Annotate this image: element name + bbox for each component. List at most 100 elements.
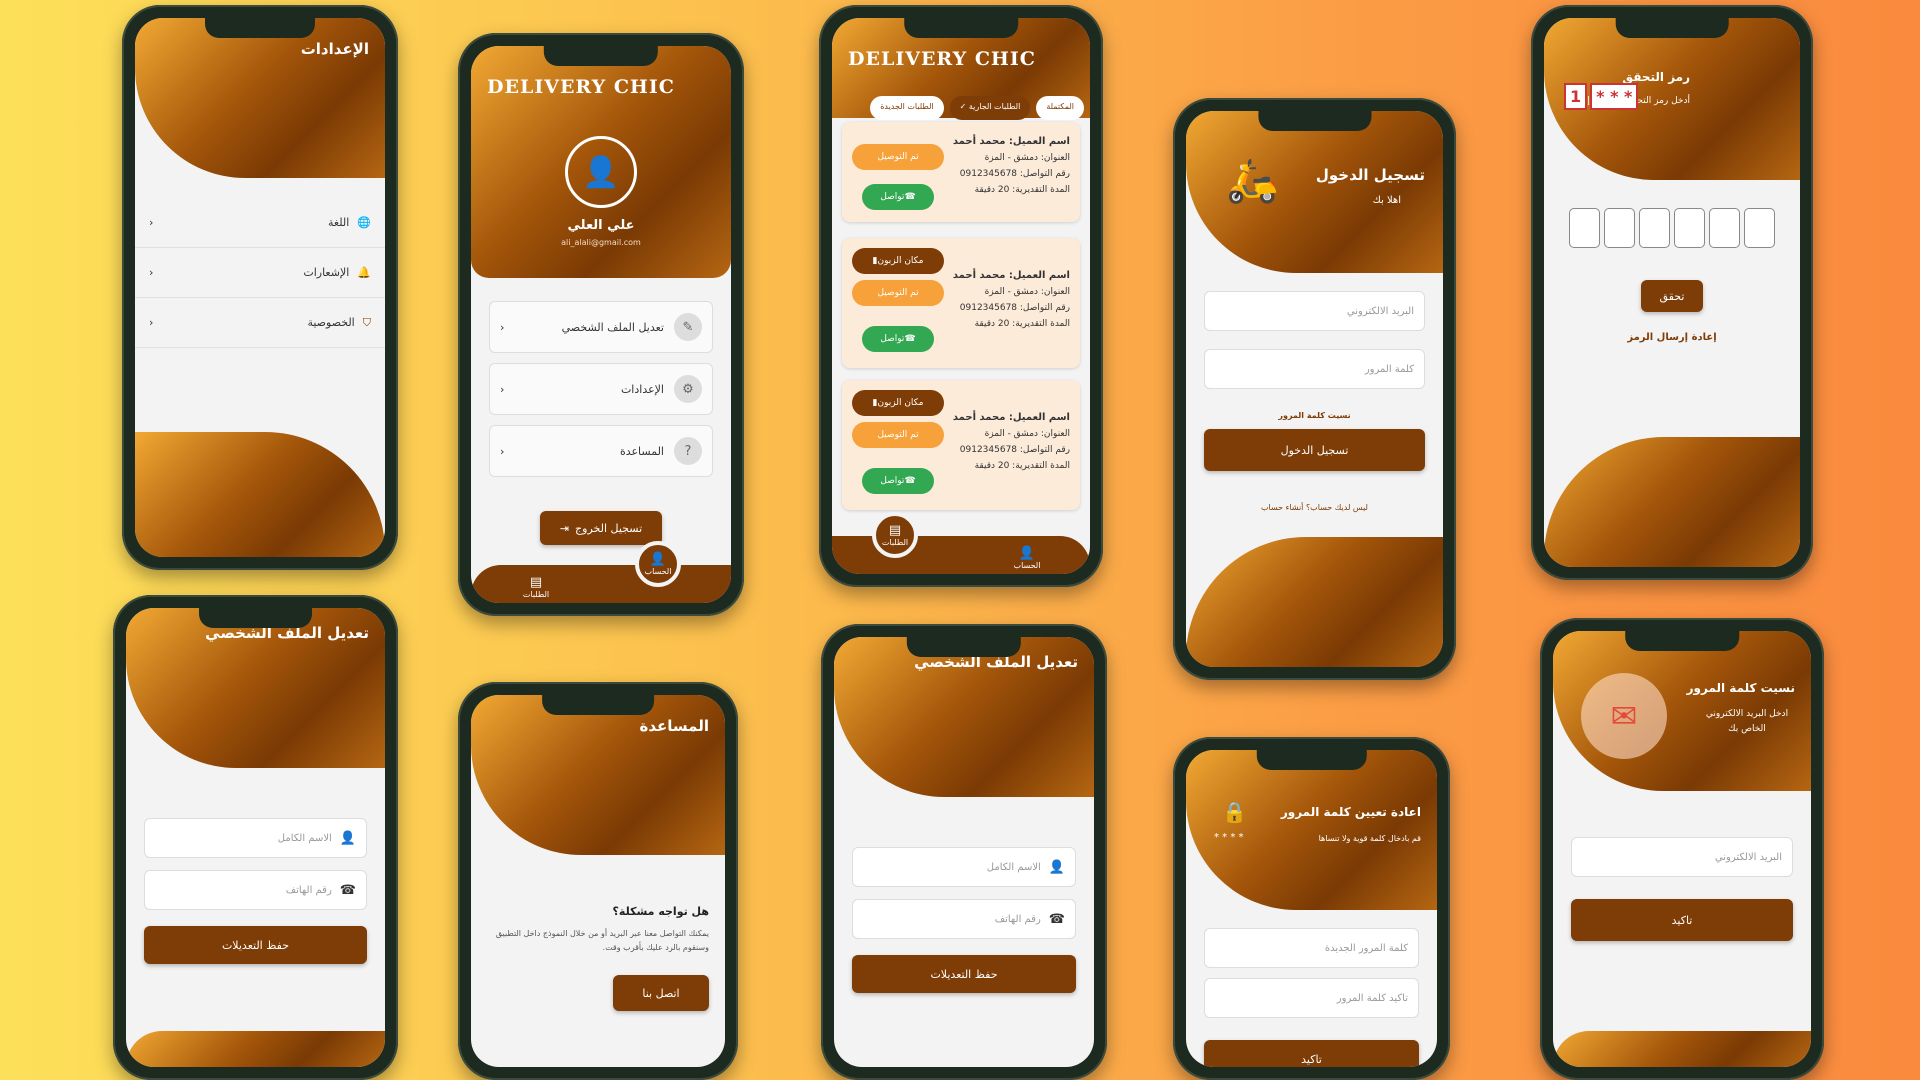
bottom-nav (471, 565, 731, 603)
phone-help: المساعدة هل تواجه مشكلة؟ يمكنك التواصل م… (458, 682, 738, 1080)
email-field[interactable]: البريد الالكتروني (1204, 291, 1425, 331)
full-name-field[interactable]: 👤 الاسم الكامل (144, 818, 367, 858)
contact-us-button[interactable]: اتصل بنا (613, 975, 709, 1011)
reset-password-screen: اعادة تعيين كلمة المرور قم بادخال كلمة ق… (1186, 750, 1437, 1067)
delivered-chip[interactable]: تم التوصيل (852, 422, 944, 448)
delivered-chip[interactable]: تم التوصيل (852, 144, 944, 170)
nav-label: الحساب (1013, 561, 1041, 570)
phone-orders: DELIVERY CHIC المكتملة الطلبات الجارية ✓… (819, 5, 1103, 587)
customer-phone: رقم التواصل: 0912345678 (959, 169, 1070, 179)
confirm-password-field[interactable]: تاكيد كلمة المرور (1204, 978, 1419, 1018)
signup-link[interactable]: ليس لديك حساب؟ أنشاء حساب (1186, 503, 1443, 512)
logout-button[interactable]: تسجيل الخروج ⇥ (540, 511, 662, 545)
chevron-left-icon: ‹ (500, 320, 505, 334)
call-button[interactable]: ☎ تواصل (862, 326, 934, 352)
customer-location-chip[interactable]: مكان الزبون ▮ (852, 248, 944, 274)
verify-button[interactable]: تحقق (1641, 280, 1703, 312)
user-icon: 👤 (339, 830, 356, 846)
forgot-password-screen: نسيت كلمة المرور ادخل البريد الالكتروني … (1553, 631, 1811, 1067)
nav-label: الطلبات (522, 590, 550, 599)
chevron-left-icon: ‹ (149, 216, 154, 229)
check-icon: ✓ (959, 102, 967, 111)
phone-notch (906, 637, 1022, 657)
tab-ongoing[interactable]: الطلبات الجارية ✓ (949, 96, 1031, 120)
order-card: اسم العميل: محمد أحمد العنوان: دمشق - ال… (842, 122, 1080, 222)
row-label: اللغة (328, 216, 350, 229)
phone-settings: الإعدادات 🌐 اللغة ‹ 🔔 الإشعارات ‹ ⛉ الخص… (122, 5, 398, 570)
login-button[interactable]: تسجيل الدخول (1204, 429, 1425, 471)
save-changes-button[interactable]: حفظ التعديلات (144, 926, 367, 964)
phone-notch (1625, 631, 1739, 651)
list-icon: ▤ (888, 523, 902, 538)
tab-label: الطلبات الجارية (968, 102, 1021, 111)
otp-digit-input[interactable] (1569, 208, 1600, 248)
order-info: اسم العميل: محمد أحمد العنوان: دمشق - ال… (953, 410, 1070, 474)
otp-digit-input[interactable] (1674, 208, 1705, 248)
forgot-password-link[interactable]: نسيت كلمة المرور (1186, 411, 1443, 420)
otp-mask-sample: * * * (1590, 83, 1639, 110)
menu-settings[interactable]: ⚙ الإعدادات ‹ (489, 363, 713, 415)
password-field[interactable]: كلمة المرور (1204, 349, 1425, 389)
tab-new[interactable]: الطلبات الجديدة (870, 96, 944, 120)
welcome-text: اهلا بك (1372, 195, 1401, 206)
page-title: المساعدة (639, 717, 710, 735)
call-button[interactable]: ☎ تواصل (862, 184, 934, 210)
reset-subtitle: قم بادخال كلمة قوية ولا تنساها (1318, 834, 1421, 843)
order-card: اسم العميل: محمد أحمد العنوان: دمشق - ال… (842, 238, 1080, 368)
nav-orders[interactable]: ▤ الطلبات (511, 575, 561, 599)
phone-notch (904, 18, 1018, 38)
new-password-field[interactable]: كلمة المرور الجديدة (1204, 928, 1419, 968)
menu-help[interactable]: ? المساعدة ‹ (489, 425, 713, 477)
settings-row-language[interactable]: 🌐 اللغة ‹ (135, 198, 385, 248)
chevron-left-icon: ‹ (149, 316, 154, 329)
otp-digit-input[interactable] (1604, 208, 1635, 248)
brand-logo: DELIVERY CHIC (848, 48, 1036, 70)
tab-completed[interactable]: المكتملة (1036, 96, 1084, 120)
phone-login: تسجيل الدخول اهلا بك 🛵 البريد الالكتروني… (1173, 98, 1456, 680)
map-icon: ▮ (872, 398, 878, 408)
order-info: اسم العميل: محمد أحمد العنوان: دمشق - ال… (953, 134, 1070, 198)
field-placeholder: رقم الهاتف (994, 913, 1041, 925)
otp-digit-input[interactable] (1744, 208, 1775, 248)
confirm-button[interactable]: تاكيد (1571, 899, 1793, 941)
otp-digit-input[interactable] (1639, 208, 1670, 248)
phone-icon: ☎ (339, 882, 356, 898)
settings-row-privacy[interactable]: ⛉ الخصوصية ‹ (135, 298, 385, 348)
help-body: يمكنك التواصل معنا عبر البريد أو من خلال… (495, 929, 709, 952)
save-changes-button[interactable]: حفظ التعديلات (852, 955, 1076, 993)
call-button[interactable]: ☎ تواصل (862, 468, 934, 494)
otp-screen: رمز التحقق أدخل رمز التحقق المرسل إلى 1 … (1544, 18, 1800, 567)
resend-code-link[interactable]: إعادة إرسال الرمز (1544, 332, 1800, 343)
customer-location-chip[interactable]: مكان الزبون ▮ (852, 390, 944, 416)
scooter-icon: 🛵 (1226, 156, 1279, 205)
menu-edit-profile[interactable]: ✎ تعديل الملف الشخصي ‹ (489, 301, 713, 353)
help-screen: المساعدة هل تواجه مشكلة؟ يمكنك التواصل م… (471, 695, 725, 1067)
settings-row-notifications[interactable]: 🔔 الإشعارات ‹ (135, 248, 385, 298)
avatar[interactable]: 👤 (565, 136, 637, 208)
globe-icon: 🌐 (357, 216, 371, 229)
customer-name: اسم العميل: محمد أحمد (952, 412, 1070, 423)
phone-field[interactable]: ☎ رقم الهاتف (144, 870, 367, 910)
lock-icon: 🔒 (1222, 800, 1247, 824)
nav-account[interactable]: 👤 الحساب (1002, 546, 1052, 570)
chip-label: تم التوصيل (877, 152, 919, 162)
phone-field[interactable]: ☎ رقم الهاتف (852, 899, 1076, 939)
settings-screen: الإعدادات 🌐 اللغة ‹ 🔔 الإشعارات ‹ ⛉ الخص… (135, 18, 385, 557)
full-name-field[interactable]: 👤 الاسم الكامل (852, 847, 1076, 887)
confirm-button[interactable]: تاكيد (1204, 1040, 1419, 1067)
delivered-chip[interactable]: تم التوصيل (852, 280, 944, 306)
menu-label: المساعدة (619, 444, 664, 458)
chip-label: تم التوصيل (877, 288, 919, 298)
chip-label: مكان الزبون (877, 398, 924, 408)
order-info: اسم العميل: محمد أحمد العنوان: دمشق - ال… (953, 268, 1070, 332)
page-title: تسجيل الدخول (1315, 166, 1425, 184)
nav-orders-active[interactable]: ▤ الطلبات (872, 512, 918, 558)
otp-digit-input[interactable] (1709, 208, 1740, 248)
customer-name: اسم العميل: محمد أحمد (952, 270, 1070, 281)
phone-edit-profile-a: تعديل الملف الشخصي 👤 الاسم الكامل ☎ رقم ال… (113, 595, 398, 1080)
email-field[interactable]: البريد الالكتروني (1571, 837, 1793, 877)
customer-phone: رقم التواصل: 0912345678 (959, 303, 1070, 313)
nav-account-active[interactable]: 👤 الحساب (635, 541, 681, 587)
phone-icon: ☎ (904, 192, 916, 202)
page-title: نسيت كلمة المرور (1686, 681, 1795, 695)
